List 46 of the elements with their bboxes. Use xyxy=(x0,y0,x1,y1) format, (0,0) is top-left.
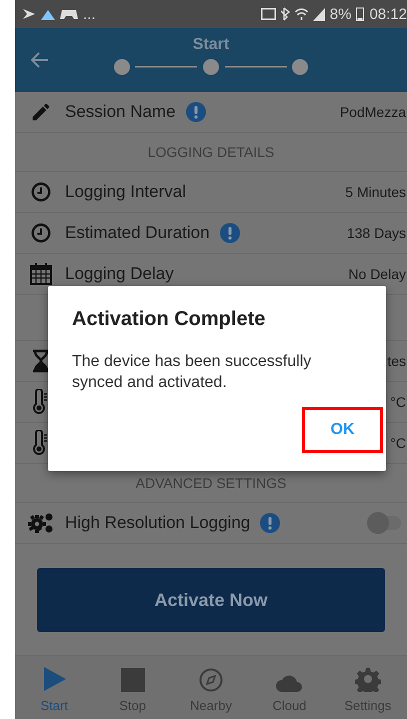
section-heading: ADVANCED SETTINGS xyxy=(136,475,286,491)
setting-value: tes xyxy=(387,353,407,369)
battery-icon xyxy=(356,7,364,21)
setting-value: °C xyxy=(390,435,407,451)
screen-title: Start xyxy=(192,36,230,54)
setting-value: PodMezza xyxy=(340,104,407,120)
clock-icon xyxy=(30,222,52,244)
info-icon[interactable] xyxy=(260,513,280,533)
setting-value: 138 Days xyxy=(346,225,407,241)
ok-button[interactable]: OK xyxy=(302,407,383,453)
setting-value: °C xyxy=(390,394,407,410)
signal-icon xyxy=(312,8,325,20)
settings-icon xyxy=(354,666,381,692)
notification-overflow: ... xyxy=(83,6,96,22)
pencil-icon xyxy=(30,101,52,123)
gamepad-icon xyxy=(60,10,78,18)
nav-tab[interactable]: Start xyxy=(15,656,94,719)
compass-icon xyxy=(199,668,224,692)
setting-label: Logging Interval xyxy=(65,182,186,202)
clock-icon xyxy=(30,181,52,203)
setting-label: Session Name xyxy=(65,102,176,122)
setting-label: Estimated Duration xyxy=(65,223,210,243)
setting-label: High Resolution Logging xyxy=(65,513,250,533)
dialog-title: Activation Complete xyxy=(72,308,266,331)
stop-icon xyxy=(120,668,145,692)
wifi-icon xyxy=(294,8,308,20)
send-icon xyxy=(23,8,36,20)
gears-icon xyxy=(27,511,55,535)
bluetooth-icon xyxy=(280,7,290,21)
play-icon xyxy=(41,666,68,692)
calendar-icon xyxy=(29,262,53,286)
info-icon[interactable] xyxy=(220,223,240,243)
setting-value: No Delay xyxy=(348,266,407,282)
info-icon[interactable] xyxy=(186,102,206,122)
battery-percent: 8% xyxy=(330,6,352,22)
section-heading: LOGGING DETAILS xyxy=(148,144,274,160)
back-arrow-icon[interactable] xyxy=(31,52,49,68)
setting-value: 5 Minutes xyxy=(345,184,407,200)
clock-time: 08:12 xyxy=(369,6,407,22)
cast-icon xyxy=(260,8,276,20)
hourglass-icon xyxy=(31,349,51,373)
cloud-icon xyxy=(276,674,302,692)
triangle-icon xyxy=(41,8,55,20)
setting-label: Logging Delay xyxy=(65,264,174,284)
activate-now-button[interactable]: Activate Now xyxy=(37,568,385,632)
dialog-message: The device has been successfully synced and activated. xyxy=(72,352,312,393)
